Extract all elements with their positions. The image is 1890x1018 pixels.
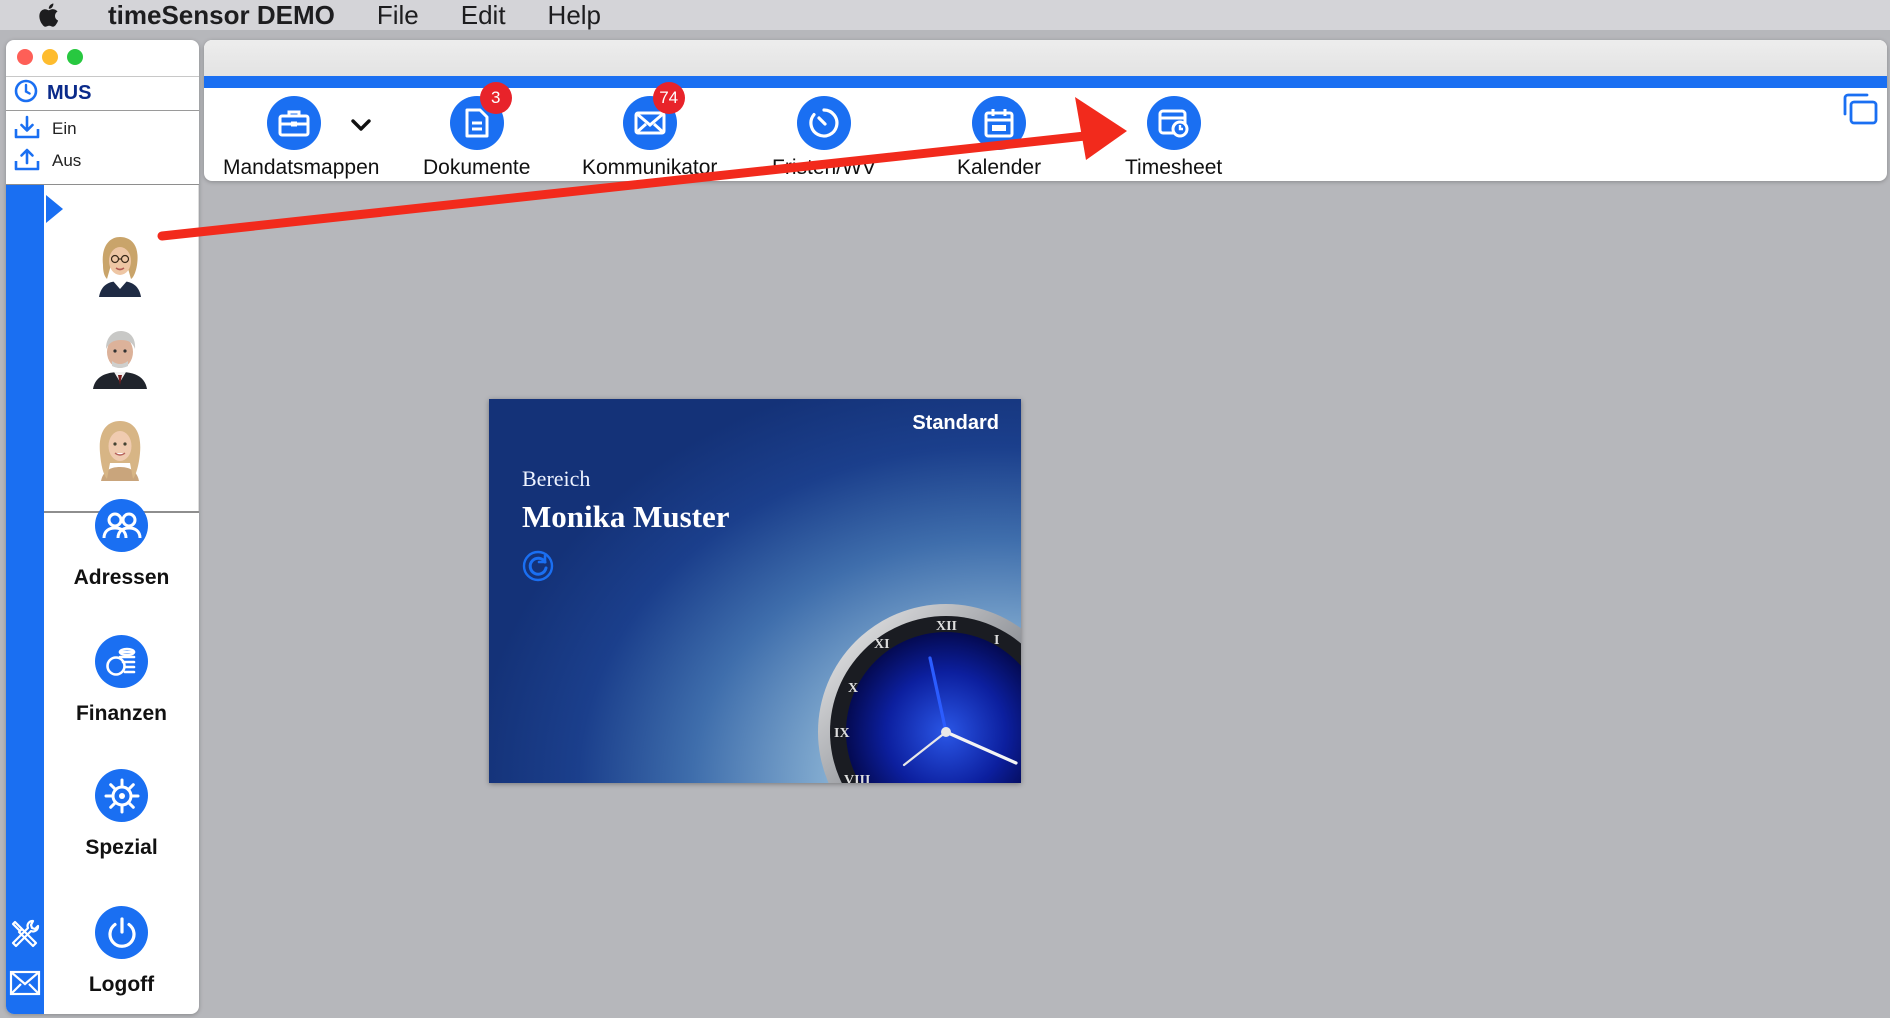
nav-adressen-label: Adressen <box>73 566 170 589</box>
tool-mandatsmappen[interactable]: Mandatsmappen <box>223 96 379 180</box>
apple-logo-icon[interactable] <box>36 0 70 30</box>
power-icon <box>95 906 148 959</box>
kommunikator-badge: 74 <box>652 82 685 114</box>
window-switch-icon[interactable] <box>1841 92 1879 131</box>
people-icon <box>95 499 148 552</box>
document-icon: 3 <box>449 82 512 150</box>
tool-kommunikator[interactable]: 74 Kommunikator <box>582 82 718 180</box>
close-window-button[interactable] <box>17 49 33 65</box>
nav-logoff[interactable]: Logoff <box>44 906 199 997</box>
avatar-user-3[interactable] <box>89 415 151 481</box>
toolbar-titlebar <box>204 40 1887 76</box>
tool-dokumente[interactable]: 3 Dokumente <box>423 82 531 180</box>
tool-mandatsmappen-label: Mandatsmappen <box>223 156 380 179</box>
nav-logoff-label: Logoff <box>88 973 155 996</box>
sidebar-accent-strip <box>6 185 44 1014</box>
avatar-user-2[interactable] <box>89 323 151 389</box>
helm-icon <box>95 769 148 822</box>
tool-fristen-label: Fristen/WV <box>772 156 876 179</box>
tools-icon[interactable] <box>9 918 41 955</box>
area-label: Bereich <box>522 466 591 491</box>
nav-spezial-label: Spezial <box>85 836 158 859</box>
nav-adressen[interactable]: Adressen <box>44 499 199 590</box>
nav-finanzen[interactable]: Finanzen <box>44 635 199 726</box>
clock-out-button[interactable]: Aus <box>6 145 199 177</box>
loading-spinner-icon <box>521 549 555 588</box>
mail-icon[interactable] <box>9 969 41 1002</box>
tool-fristen[interactable]: Fristen/WV <box>772 96 876 180</box>
clock-in-button[interactable]: Ein <box>6 113 199 145</box>
envelope-icon: 74 <box>622 82 685 150</box>
nav-spezial[interactable]: Spezial <box>44 769 199 860</box>
svg-text:IX: IX <box>834 726 850 741</box>
tool-kalender-label: Kalender <box>957 156 1042 179</box>
svg-text:XI: XI <box>874 637 890 652</box>
person-name: Monika Muster <box>522 499 730 534</box>
avatar-user-1[interactable] <box>89 231 151 297</box>
download-icon <box>14 115 40 144</box>
current-user-row[interactable]: MUS <box>6 76 199 111</box>
menu-help[interactable]: Help <box>548 0 601 31</box>
menu-file[interactable]: File <box>377 0 419 31</box>
window-controls <box>17 49 83 65</box>
svg-text:VIII: VIII <box>844 773 870 783</box>
user-code: MUS <box>47 82 92 104</box>
minimize-window-button[interactable] <box>42 49 58 65</box>
app-name-menu[interactable]: timeSensor DEMO <box>108 0 335 31</box>
calendar-icon <box>972 96 1027 150</box>
macos-menubar: timeSensor DEMO File Edit Help <box>0 0 1890 30</box>
tool-kommunikator-label: Kommunikator <box>582 156 718 179</box>
svg-text:X: X <box>848 681 858 696</box>
zoom-window-button[interactable] <box>67 49 83 65</box>
svg-text:I: I <box>994 633 999 648</box>
menu-edit[interactable]: Edit <box>461 0 506 31</box>
tool-timesheet[interactable]: Timesheet <box>1125 96 1222 180</box>
clock-icon <box>14 79 38 108</box>
upload-icon <box>14 147 40 176</box>
tool-kalender[interactable]: Kalender <box>957 96 1041 180</box>
coins-icon <box>95 635 148 688</box>
toolbar-accent-bar <box>204 76 1887 88</box>
sidebar-window: MUS Ein Aus Adressen Finanzen Spezial Lo… <box>6 40 199 1014</box>
clock-illustration: XII I XI X IX VIII <box>818 604 1021 783</box>
selected-user-indicator <box>46 195 63 223</box>
briefcase-icon <box>267 96 322 150</box>
timesheet-icon <box>1146 96 1201 150</box>
toolbar-window: Mandatsmappen 3 Dokumente 74 Kommunikato… <box>204 40 1887 181</box>
edition-label: Standard <box>912 412 999 434</box>
tool-timesheet-label: Timesheet <box>1125 156 1223 179</box>
user-avatar-list <box>44 185 199 511</box>
svg-text:XII: XII <box>936 619 957 634</box>
splash-card: Standard Bereich Monika Muster XII I XI … <box>489 399 1021 783</box>
chevron-down-icon[interactable] <box>351 118 371 137</box>
timer-icon <box>796 96 851 150</box>
nav-finanzen-label: Finanzen <box>75 702 167 725</box>
clock-out-label: Aus <box>52 151 82 170</box>
tool-dokumente-label: Dokumente <box>423 156 531 179</box>
clock-in-label: Ein <box>52 119 77 138</box>
dokumente-badge: 3 <box>479 82 512 114</box>
